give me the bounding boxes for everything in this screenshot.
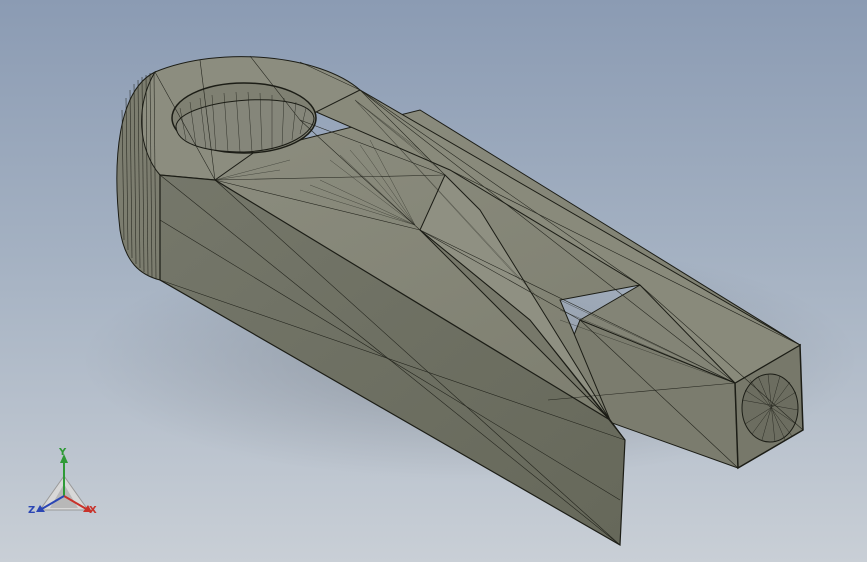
cad-graphics-viewport[interactable]: Y X Z: [0, 0, 867, 562]
x-axis-label: X: [89, 505, 97, 516]
tessellated-3d-part[interactable]: [0, 0, 867, 562]
y-axis-label: Y: [59, 447, 67, 458]
view-orientation-triad[interactable]: Y X Z: [26, 448, 104, 524]
z-axis-label: Z: [28, 505, 36, 516]
end-bore: [741, 373, 799, 443]
